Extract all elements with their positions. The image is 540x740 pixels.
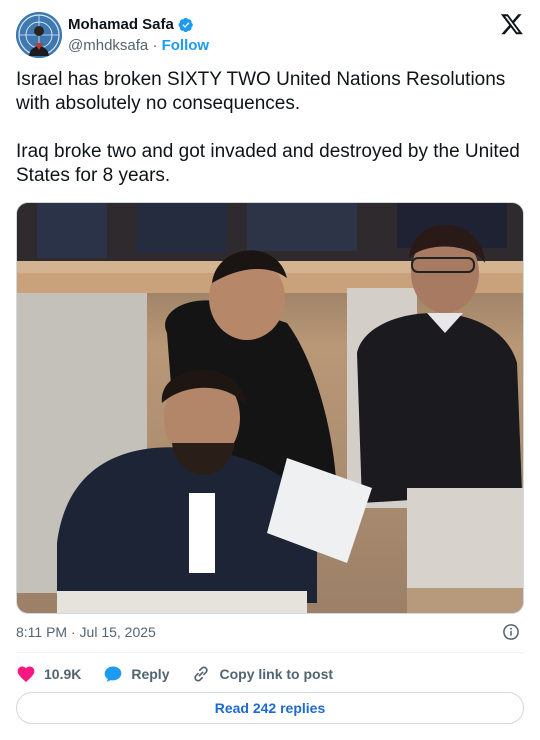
- read-replies-button[interactable]: Read 242 replies: [16, 692, 524, 724]
- like-count: 10.9K: [44, 666, 82, 682]
- copy-link-label: Copy link to post: [219, 666, 334, 682]
- link-icon: [194, 666, 209, 682]
- avatar-image: [16, 12, 62, 58]
- author-name[interactable]: Mohamad Safa: [68, 16, 174, 33]
- x-logo-icon[interactable]: [500, 12, 524, 36]
- read-replies-label: Read 242 replies: [214, 700, 326, 716]
- author-handle-row: @mhdksafa · Follow: [68, 37, 209, 54]
- info-icon[interactable]: [502, 623, 520, 641]
- post-media-image[interactable]: [16, 202, 524, 614]
- reply-label: Reply: [131, 666, 170, 682]
- media-illustration: [17, 203, 523, 613]
- verified-badge-icon: [178, 17, 193, 32]
- follow-link[interactable]: Follow: [162, 37, 210, 54]
- like-button[interactable]: 10.9K: [16, 664, 81, 684]
- post-header: Mohamad Safa @mhdksafa · Follow: [16, 12, 524, 60]
- separator-dot: ·: [152, 37, 158, 54]
- copy-link-button[interactable]: Copy link to post: [191, 664, 333, 684]
- author-handle[interactable]: @mhdksafa: [68, 37, 148, 54]
- reply-bubble-icon: [105, 666, 122, 682]
- post-timestamp[interactable]: 8:11 PM · Jul 15, 2025: [16, 624, 156, 640]
- divider: [16, 652, 524, 653]
- avatar[interactable]: [16, 12, 62, 58]
- reply-button[interactable]: Reply: [103, 664, 169, 684]
- heart-icon: [17, 666, 35, 682]
- action-bar: 10.9K Reply Copy link to post: [16, 662, 355, 686]
- embedded-post: Mohamad Safa @mhdksafa · Follow Israel h…: [0, 0, 540, 740]
- post-text: Israel has broken SIXTY TWO United Natio…: [16, 69, 520, 186]
- author-name-row[interactable]: Mohamad Safa: [68, 16, 194, 33]
